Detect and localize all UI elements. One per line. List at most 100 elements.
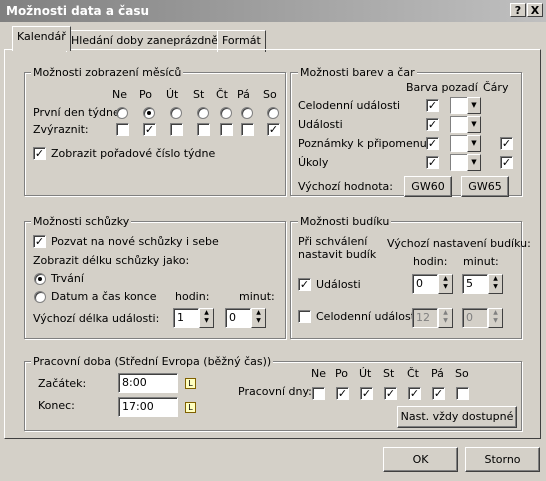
help-button[interactable]: ?	[510, 3, 526, 17]
meeting-hours-input[interactable]: 1	[173, 308, 199, 328]
lines-header: Čáry	[483, 81, 509, 94]
alarm-allday-minutes-input[interactable]: 0	[462, 308, 488, 328]
lines-checkbox[interactable]: ✓	[500, 156, 513, 169]
month-day-header: So	[263, 88, 277, 101]
alarm-events-hours-input[interactable]: 0	[412, 274, 438, 294]
tab-kalendar[interactable]: Kalendář	[12, 26, 71, 51]
clock-icon[interactable]: L	[185, 378, 196, 389]
gw65-button[interactable]: GW65	[461, 176, 509, 197]
chevron-down-icon[interactable]: ▼	[467, 135, 481, 152]
meeting-group-label: Možnosti schůzky	[31, 215, 132, 228]
workday-checkbox[interactable]	[312, 387, 325, 400]
work-end-input[interactable]: 17:00	[118, 397, 178, 417]
highlight-checkbox[interactable]	[220, 123, 233, 136]
alarm-minutes-label: minut:	[463, 255, 499, 268]
workday-checkbox[interactable]: ✓	[360, 387, 373, 400]
close-button[interactable]: X	[527, 3, 543, 17]
workday-checkbox[interactable]: ✓	[432, 387, 445, 400]
approve-label-1: Při schválení	[298, 235, 368, 248]
bg-color-checkbox[interactable]: ✓	[426, 156, 439, 169]
color-row-label: Celodenní události	[298, 99, 401, 112]
workday-header: St	[383, 367, 395, 380]
meeting-hours-spinner[interactable]: ▲ ▼	[199, 308, 214, 328]
highlight-checkbox[interactable]	[170, 123, 183, 136]
month-day-header: Ne	[112, 88, 127, 101]
first-day-radio[interactable]	[197, 107, 209, 119]
meeting-hours-label: hodin:	[175, 290, 210, 303]
end-time-radio[interactable]	[34, 291, 46, 303]
workday-header: Ne	[311, 367, 326, 380]
highlight-checkbox[interactable]: ✓	[143, 123, 156, 136]
alarm-events-minutes-spinner[interactable]: ▲ ▼	[488, 274, 503, 294]
first-day-radio[interactable]	[241, 107, 253, 119]
month-day-header: St	[193, 88, 205, 101]
alarm-default-label: Výchozí nastavení budíku:	[387, 237, 531, 250]
alarm-allday-checkbox[interactable]	[298, 310, 311, 323]
alarm-allday-hours-spinner[interactable]: ▲ ▼	[438, 308, 453, 328]
workday-checkbox[interactable]: ✓	[408, 387, 421, 400]
alarm-hours-label: hodin:	[413, 255, 448, 268]
chevron-down-icon[interactable]: ▼	[467, 116, 481, 133]
month-day-header: Po	[139, 88, 152, 101]
alarm-events-hours-spinner[interactable]: ▲ ▼	[438, 274, 453, 294]
color-row-label: Poznámky k připomenutí	[298, 137, 435, 150]
bg-color-checkbox[interactable]: ✓	[426, 99, 439, 112]
duration-label: Trvání	[51, 272, 84, 285]
highlight-checkbox[interactable]	[197, 123, 210, 136]
workday-header: Pá	[431, 367, 444, 380]
workdays-label: Pracovní dny:	[238, 385, 312, 398]
workday-header: Čt	[407, 367, 419, 380]
alarm-events-minutes-input[interactable]: 5	[462, 274, 488, 294]
first-day-radio[interactable]	[170, 107, 182, 119]
workday-checkbox[interactable]	[456, 387, 469, 400]
alarm-events-label: Události	[316, 278, 361, 291]
first-day-radio[interactable]	[267, 107, 279, 119]
bg-color-header: Barva pozadí	[406, 81, 478, 94]
work-start-input[interactable]: 8:00	[118, 373, 178, 393]
highlight-checkbox[interactable]: ✓	[267, 123, 280, 136]
set-always-available-button[interactable]: Nast. vždy dostupné	[397, 406, 517, 428]
alarm-allday-label: Celodenní události	[316, 310, 419, 323]
workday-checkbox[interactable]: ✓	[336, 387, 349, 400]
meeting-minutes-input[interactable]: 0	[225, 308, 251, 328]
highlight-label: Zvýraznit:	[33, 123, 89, 136]
alarm-group-label: Možnosti budíku	[298, 215, 392, 228]
window-title: Možnosti data a času	[6, 4, 149, 18]
first-day-label: První den týdne:	[33, 106, 124, 119]
color-row-label: Události	[298, 118, 343, 131]
chevron-down-icon[interactable]: ▼	[467, 97, 481, 114]
highlight-checkbox[interactable]	[241, 123, 254, 136]
chevron-down-icon[interactable]: ▼	[467, 154, 481, 171]
default-length-label: Výchozí délka události:	[33, 312, 160, 325]
work-group-label: Pracovní doba (Střední Evropa (běžný čas…	[31, 355, 274, 368]
end-time-label: Datum a čas konce	[51, 290, 157, 303]
gw60-button[interactable]: GW60	[404, 176, 452, 197]
bg-color-checkbox[interactable]: ✓	[426, 137, 439, 150]
show-length-label: Zobrazit délku schůzky jako:	[33, 254, 190, 267]
alarm-allday-hours-input[interactable]: 12	[412, 308, 438, 328]
ok-button[interactable]: OK	[383, 447, 458, 472]
bg-color-checkbox[interactable]: ✓	[426, 118, 439, 131]
clock-icon[interactable]: L	[185, 402, 196, 413]
workday-checkbox[interactable]: ✓	[384, 387, 397, 400]
week-numbers-label: Zobrazit pořadové číslo týdne	[51, 147, 216, 160]
month-day-header: Út	[166, 88, 179, 101]
highlight-checkbox[interactable]	[116, 123, 129, 136]
lines-checkbox[interactable]: ✓	[500, 137, 513, 150]
invite-checkbox[interactable]: ✓	[33, 235, 46, 248]
alarm-allday-minutes-spinner[interactable]: ▲ ▼	[488, 308, 503, 328]
meeting-minutes-label: minut:	[239, 290, 275, 303]
week-numbers-checkbox[interactable]: ✓	[33, 147, 46, 160]
meeting-minutes-spinner[interactable]: ▲ ▼	[251, 308, 266, 328]
workday-header: So	[455, 367, 469, 380]
first-day-radio[interactable]	[220, 107, 232, 119]
alarm-events-checkbox[interactable]: ✓	[298, 278, 311, 291]
month-day-header: Čt	[216, 88, 228, 101]
invite-label: Pozvat na nové schůzky i sebe	[51, 235, 219, 248]
cancel-button[interactable]: Storno	[465, 447, 540, 472]
work-end-label: Konec:	[38, 399, 75, 412]
first-day-radio[interactable]	[143, 107, 155, 119]
duration-radio[interactable]	[34, 273, 46, 285]
month-day-header: Pá	[237, 88, 250, 101]
first-day-radio[interactable]	[116, 107, 128, 119]
